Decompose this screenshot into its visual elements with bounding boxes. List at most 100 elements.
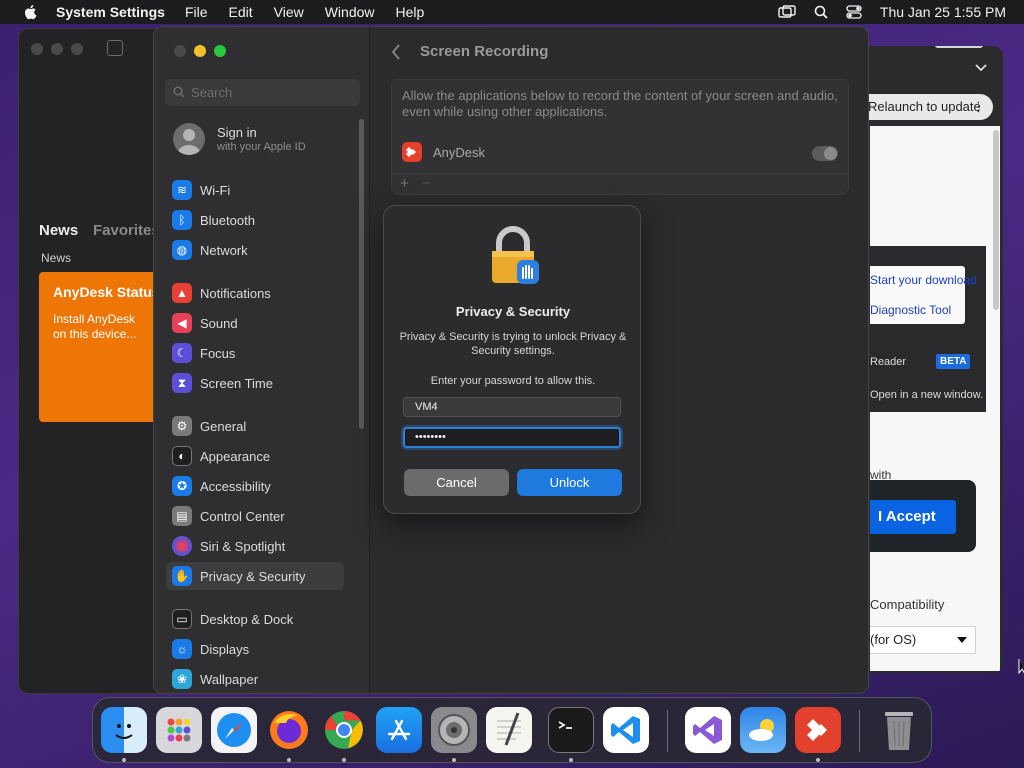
sidebar-item-label: Privacy & Security: [200, 568, 306, 584]
spotlight-search-icon[interactable]: [814, 5, 828, 19]
app-row-anydesk[interactable]: AnyDesk: [402, 142, 485, 162]
app-store-icon[interactable]: [376, 707, 422, 753]
bluetooth-icon: ᛒ: [172, 210, 192, 230]
sidebar-item-desktop-dock[interactable]: ▭ Desktop & Dock: [166, 605, 344, 633]
diagnostic-tool-link[interactable]: Diagnostic Tool: [870, 303, 951, 317]
browser-window[interactable]: Relaunch to update ⋮ Start your download…: [860, 46, 1003, 673]
sidebar-item-general[interactable]: ⚙ General: [166, 412, 344, 440]
finder-icon[interactable]: [101, 707, 147, 753]
launchpad-icon[interactable]: [156, 707, 202, 753]
sidebar-item-wifi[interactable]: ≋ Wi-Fi: [166, 176, 344, 204]
start-download-link[interactable]: Start your download: [870, 273, 977, 287]
unlock-dialog: Privacy & Security Privacy & Security is…: [383, 205, 641, 514]
control-center-icon[interactable]: [846, 5, 862, 19]
signin-title: Sign in: [217, 125, 257, 140]
sidebar-item-accessibility[interactable]: ✪ Accessibility: [166, 472, 344, 500]
dropdown-caret-icon: [957, 637, 967, 643]
favorites-tab[interactable]: Favorites: [93, 222, 160, 239]
menu-edit[interactable]: Edit: [229, 4, 253, 20]
search-input[interactable]: Search: [165, 79, 360, 106]
sidebar-item-label: Wallpaper: [200, 671, 259, 687]
sidebar-item-appearance[interactable]: ◐ Appearance: [166, 442, 344, 470]
appearance-icon: ◐: [172, 446, 192, 466]
running-indicator: [452, 758, 456, 762]
relaunch-update-button[interactable]: Relaunch to update ⋮: [860, 94, 993, 120]
sidebar-item-label: General: [200, 418, 247, 434]
os-select[interactable]: (for OS): [870, 626, 976, 654]
anydesk-dock-icon[interactable]: [795, 707, 841, 753]
sidebar-item-label: Appearance: [200, 448, 271, 464]
accessibility-icon: ✪: [172, 476, 192, 496]
back-chevron-icon[interactable]: [391, 44, 401, 60]
apple-menu-icon[interactable]: [20, 4, 42, 20]
safari-icon[interactable]: [211, 707, 257, 753]
unlock-button[interactable]: Unlock: [517, 469, 622, 496]
sidebar-item-displays[interactable]: ☼ Displays: [166, 635, 344, 663]
app-name: AnyDesk: [433, 144, 486, 160]
relaunch-label: Relaunch to update: [868, 99, 981, 114]
avatar: [173, 123, 205, 155]
running-indicator: [816, 758, 820, 762]
compatibility-label: Compatibility: [870, 597, 945, 612]
minimize-button[interactable]: [194, 45, 206, 57]
anydesk-icon: [402, 142, 422, 162]
screen-mirroring-icon[interactable]: [778, 5, 796, 19]
gear-icon: ⚙: [172, 416, 192, 436]
menu-view[interactable]: View: [274, 4, 304, 20]
sidebar-item-privacy-security[interactable]: ✋ Privacy & Security: [166, 562, 344, 590]
system-settings-icon[interactable]: [431, 707, 477, 753]
terminal-icon[interactable]: [548, 707, 594, 753]
sidebar-item-sound[interactable]: ◀ Sound: [166, 309, 344, 337]
weather-icon[interactable]: [740, 707, 786, 753]
vscode-icon[interactable]: [603, 707, 649, 753]
chrome-icon[interactable]: [321, 707, 367, 753]
close-button[interactable]: [174, 45, 186, 57]
bell-icon: ▲: [172, 283, 192, 303]
browser-scrollbar[interactable]: [993, 130, 999, 310]
app-menu-system-settings[interactable]: System Settings: [56, 4, 165, 20]
anydesk-toggle[interactable]: [812, 146, 838, 161]
sidebar-item-label: Control Center: [200, 508, 285, 524]
sidebar-item-focus[interactable]: ☾ Focus: [166, 339, 344, 367]
menu-window[interactable]: Window: [325, 4, 375, 20]
menu-file[interactable]: File: [185, 4, 208, 20]
menubar-clock[interactable]: Thu Jan 25 1:55 PM: [880, 4, 1006, 20]
new-window-text: Open in a new window.: [870, 389, 984, 401]
sidebar-item-notifications[interactable]: ▲ Notifications: [166, 279, 344, 307]
menu-bar: System Settings File Edit View Window He…: [0, 0, 1024, 24]
dialog-title: Privacy & Security: [455, 304, 571, 319]
sidebar-scrollbar[interactable]: [359, 119, 364, 429]
sidebar-item-bluetooth[interactable]: ᛒ Bluetooth: [166, 206, 344, 234]
menu-help[interactable]: Help: [396, 4, 425, 20]
chevron-down-icon[interactable]: [975, 64, 987, 72]
accept-button[interactable]: I Accept: [870, 500, 956, 534]
sidebar-item-network[interactable]: ◍ Network: [166, 236, 344, 264]
username-field[interactable]: VM4: [403, 397, 621, 417]
dialog-prompt: Enter your password to allow this.: [430, 375, 596, 387]
remove-app-button[interactable]: −: [422, 175, 431, 192]
more-options-icon[interactable]: ⋮: [972, 94, 985, 120]
textedit-icon[interactable]: [486, 707, 532, 753]
news-tab[interactable]: News: [39, 222, 78, 239]
cancel-button[interactable]: Cancel: [404, 469, 509, 496]
visual-studio-icon[interactable]: [685, 707, 731, 753]
moon-icon: ☾: [172, 343, 192, 363]
sidebar-item-siri-spotlight[interactable]: Siri & Spotlight: [166, 532, 344, 560]
add-app-button[interactable]: +: [400, 175, 409, 192]
zoom-button[interactable]: [214, 45, 226, 57]
trash-icon[interactable]: [876, 707, 922, 753]
divider: [392, 173, 850, 174]
search-icon: [173, 86, 185, 98]
sidebar-item-screen-time[interactable]: ⧗ Screen Time: [166, 369, 344, 397]
hourglass-icon: ⧗: [172, 373, 192, 393]
panel-description: Allow the applications below to record t…: [402, 88, 838, 119]
sidebar-item-label: Wi-Fi: [200, 182, 231, 198]
firefox-icon[interactable]: [266, 707, 312, 753]
sidebar-item-control-center[interactable]: ▤ Control Center: [166, 502, 344, 530]
password-field[interactable]: ••••••••: [403, 427, 621, 448]
sidebar-item-wallpaper[interactable]: ❀ Wallpaper: [166, 665, 344, 693]
control-center-icon: ▤: [172, 506, 192, 526]
lock-icon: [492, 226, 539, 284]
sidebar-toggle-icon[interactable]: [107, 40, 123, 56]
browser-tab: [935, 46, 983, 48]
